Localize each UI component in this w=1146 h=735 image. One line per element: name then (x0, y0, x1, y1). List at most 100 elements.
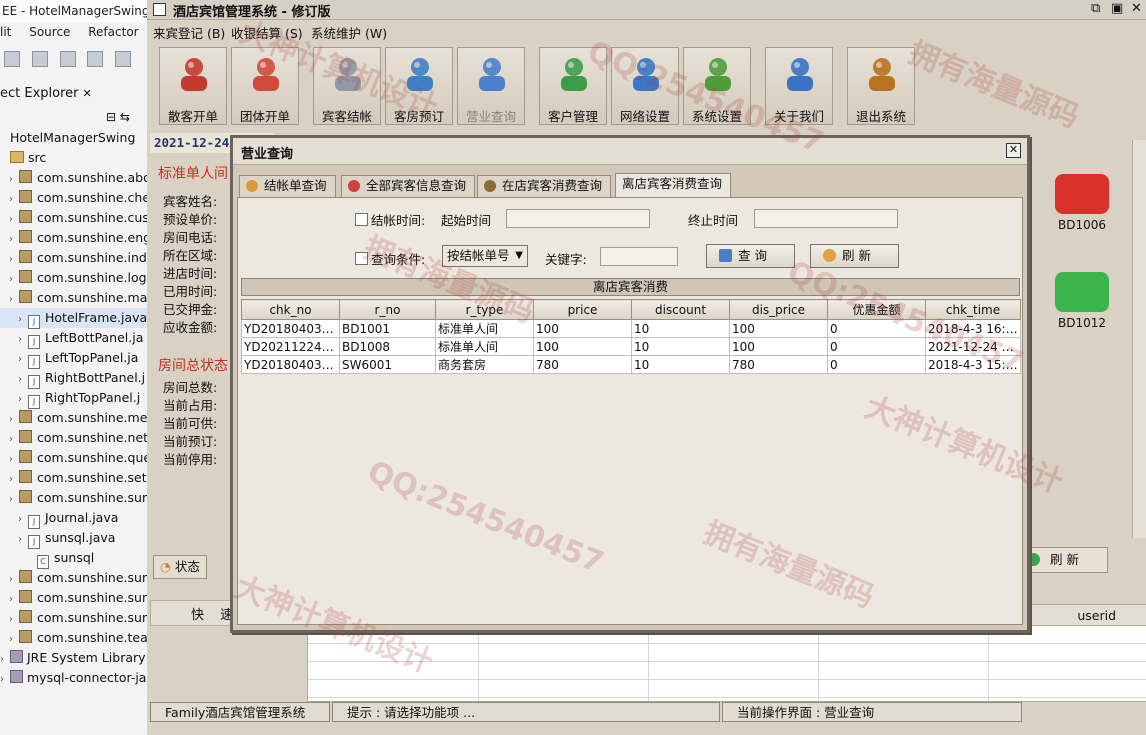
tree-item[interactable]: › com.sunshine.team (0, 628, 147, 648)
table-cell[interactable]: 0 (827, 355, 926, 374)
table-cell[interactable]: 2021-12-24 21:... (925, 337, 1021, 356)
start-time-input[interactable] (506, 209, 650, 228)
chevron-right-icon[interactable]: › (9, 270, 19, 290)
table-cell[interactable]: 0 (827, 337, 926, 356)
toolbar-button-exit[interactable]: 退出系统 (847, 47, 915, 125)
toolbar-button-folder-search[interactable]: 营业查询 (457, 47, 525, 125)
table-cell[interactable]: 780 (729, 355, 828, 374)
room-bd1012[interactable]: BD1012 (1037, 272, 1127, 330)
chevron-right-icon[interactable]: › (9, 190, 19, 210)
chevron-right-icon[interactable]: › (9, 450, 19, 470)
tree-item[interactable]: Csunsql (0, 548, 147, 569)
table-cell[interactable]: 2018-4-3 15:40... (925, 355, 1021, 374)
condition-checkbox[interactable] (355, 252, 368, 265)
toolbar-button-tools[interactable]: 系统设置 (683, 47, 751, 125)
tree-item[interactable]: › com.sunshine.abou (0, 168, 147, 188)
chevron-right-icon[interactable]: › (0, 650, 10, 670)
table-row[interactable]: YD2021122400... BD1008 标准单人间 100 10 100 0 2021-… (241, 337, 1021, 356)
tab-checked-out-consumption[interactable]: 离店宾客消费查询 (615, 173, 732, 198)
keyword-input[interactable] (600, 247, 678, 266)
tree-item[interactable]: › J RightTopPanel.j (0, 388, 147, 410)
restore-window-icon[interactable]: ⧉ (1091, 1, 1100, 16)
tree-item[interactable]: › J RightBottPanel.j (0, 368, 147, 389)
column-header[interactable]: r_type (435, 299, 534, 320)
tree-item[interactable]: › J LeftTopPanel.ja (0, 348, 147, 370)
chevron-right-icon[interactable]: › (9, 470, 19, 490)
column-header[interactable]: 优惠金额 (827, 299, 926, 320)
table-cell[interactable]: 100 (533, 337, 632, 356)
chevron-right-icon[interactable]: › (9, 590, 19, 610)
end-time-input[interactable] (754, 209, 898, 228)
tree-item[interactable]: › Jsunsql.java (0, 528, 147, 550)
link-editor-icon[interactable]: ⇆ (120, 110, 130, 124)
debug-icon[interactable] (115, 51, 132, 67)
tree-item[interactable]: › com.sunshine.indiv (0, 248, 147, 268)
column-header[interactable]: chk_no (241, 299, 340, 320)
table-cell[interactable]: BD1001 (339, 319, 436, 338)
chevron-right-icon[interactable]: › (9, 490, 19, 510)
room-grid-scrollbar[interactable] (1132, 140, 1146, 538)
close-icon[interactable]: ✕ (1006, 143, 1021, 158)
chevron-right-icon[interactable]: › (18, 350, 28, 370)
table-cell[interactable]: 100 (729, 337, 828, 356)
chevron-right-icon[interactable]: › (9, 430, 19, 450)
table-cell[interactable]: 标准单人间 (435, 319, 534, 338)
tree-item[interactable]: › J HotelFrame.java (0, 308, 147, 330)
tab-checkout-bills[interactable]: 结帐单查询 (239, 175, 336, 197)
tree-item[interactable]: › com.sunshine.main (0, 288, 147, 308)
toolbar-button-person[interactable]: 散客开单 (159, 47, 227, 125)
toolbar-button-customer[interactable]: 客户管理 (539, 47, 607, 125)
menu-system[interactable]: 系统维护 (W) (311, 23, 387, 42)
table-cell[interactable]: 商务套房 (435, 355, 534, 374)
column-header[interactable]: discount (631, 299, 730, 320)
menu-guest-checkin[interactable]: 来宾登记 (B) (153, 23, 225, 42)
tree-item[interactable]: › com.sunshine.suns (0, 568, 147, 588)
chevron-right-icon[interactable]: › (18, 310, 28, 330)
close-window-icon[interactable]: ✕ (1131, 1, 1142, 16)
chevron-right-icon[interactable]: › (9, 230, 19, 250)
collapse-all-icon[interactable]: ⊟ (106, 110, 116, 124)
tree-item[interactable]: › com.sunshine.suns (0, 608, 147, 628)
tree-item[interactable]: HotelManagerSwing (0, 128, 147, 148)
table-cell[interactable]: BD1008 (339, 337, 436, 356)
tree-item[interactable]: › com.sunshine.login (0, 268, 147, 288)
tree-item[interactable]: › com.sunshine.menu (0, 408, 147, 428)
tree-item[interactable]: › com.sunshine.custo (0, 208, 147, 228)
chevron-right-icon[interactable]: › (9, 610, 19, 630)
menu-cashier[interactable]: 收银结算 (S) (231, 23, 303, 42)
column-header[interactable]: price (533, 299, 632, 320)
table-cell[interactable]: 10 (631, 337, 730, 356)
tree-item[interactable]: › com.sunshine.enga (0, 228, 147, 248)
close-icon[interactable]: ✕ (83, 87, 92, 100)
tree-item[interactable]: › com.sunshine.suns (0, 488, 147, 508)
tab-all-guests[interactable]: 全部宾客信息查询 (341, 175, 476, 197)
table-cell[interactable]: 10 (631, 319, 730, 338)
table-cell[interactable]: YD2021122400... (241, 337, 340, 356)
chevron-right-icon[interactable]: › (9, 630, 19, 650)
tree-item[interactable]: › com.sunshine.netse (0, 428, 147, 448)
toolbar-button-phone[interactable]: 关于我们 (765, 47, 833, 125)
tree-item[interactable]: › J Journal.java (0, 508, 147, 529)
table-cell[interactable]: 780 (533, 355, 632, 374)
chevron-right-icon[interactable]: › (18, 390, 28, 410)
save-all-icon[interactable] (4, 51, 20, 67)
link-icon[interactable] (87, 51, 104, 67)
tab-status[interactable]: ◔ 状态 (153, 555, 207, 579)
copy-icon[interactable] (31, 51, 48, 67)
eclipse-menu-refactor[interactable]: Refactor (88, 25, 138, 39)
query-button[interactable]: 查 询 (706, 244, 795, 268)
table-cell[interactable]: 0 (827, 319, 926, 338)
chevron-right-icon[interactable]: › (9, 210, 19, 230)
project-explorer-tab[interactable]: ect Explorer ✕ (0, 82, 147, 106)
tree-item[interactable]: › com.sunshine.suns (0, 588, 147, 608)
column-header[interactable]: r_no (339, 299, 436, 320)
tree-item[interactable]: › com.sunshine.setup (0, 468, 147, 488)
table-cell[interactable]: 10 (631, 355, 730, 374)
room-bd1006[interactable]: BD1006 (1037, 174, 1127, 232)
tree-item[interactable]: › JRE System Library [jd (0, 648, 147, 668)
table-cell[interactable]: YD2018040300... (241, 319, 340, 338)
chevron-right-icon[interactable]: › (18, 530, 28, 550)
table-cell[interactable]: SW6001 (339, 355, 436, 374)
chevron-right-icon[interactable]: › (9, 170, 19, 190)
column-header[interactable]: chk_time (925, 299, 1021, 320)
